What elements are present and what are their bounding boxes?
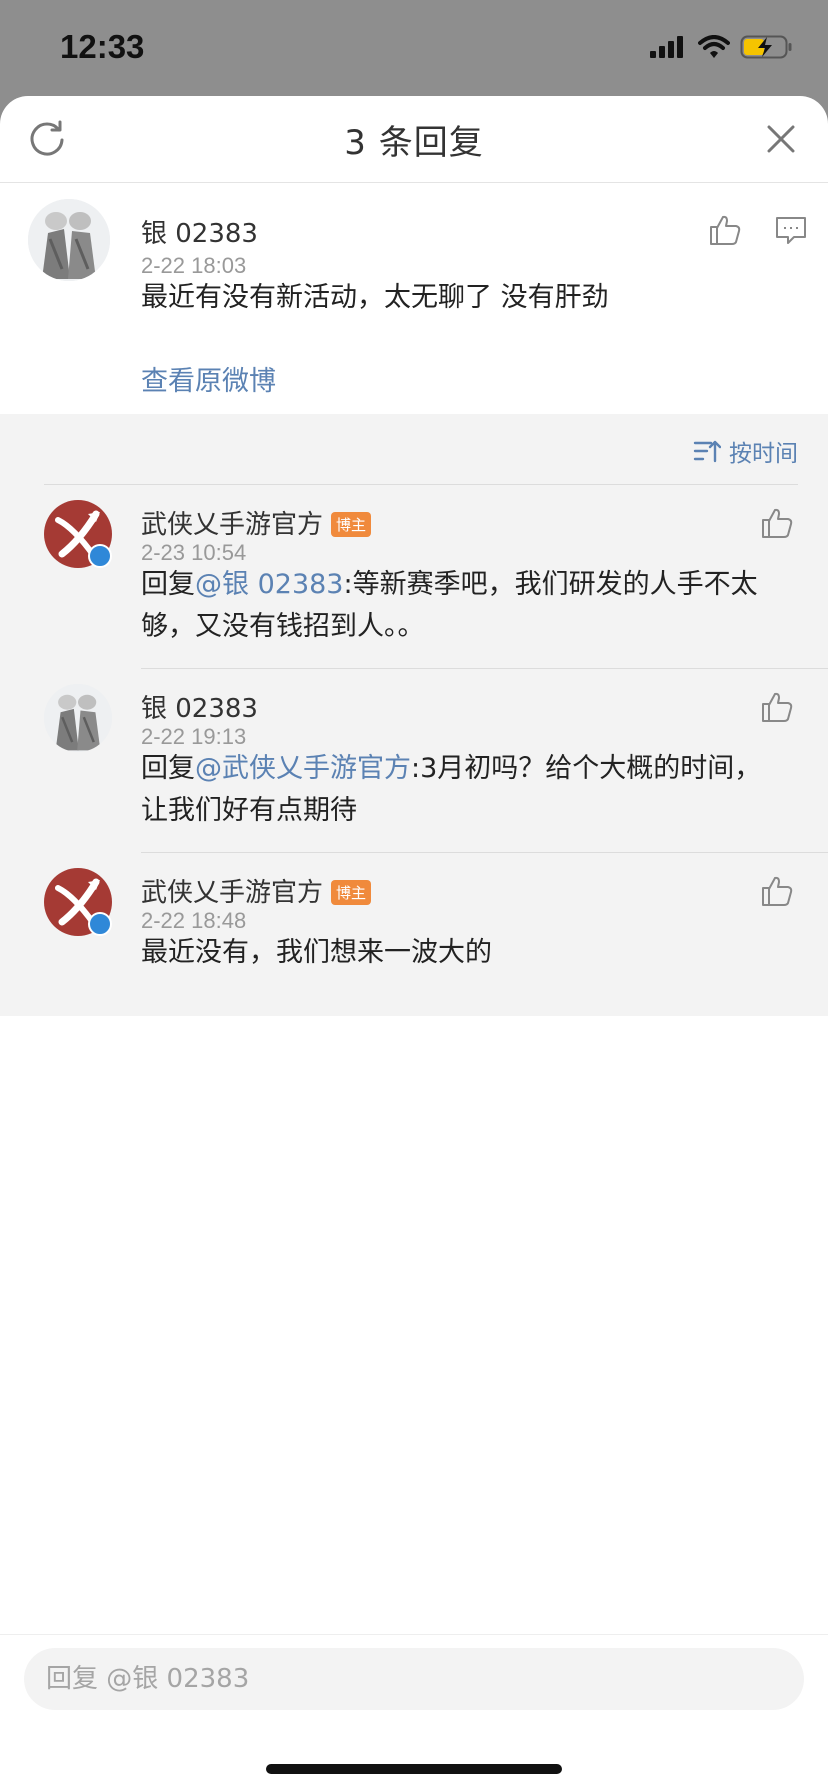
mention-link[interactable]: @武侠乂手游官方 <box>195 753 411 784</box>
reply-prefix: 回复 <box>141 753 195 784</box>
reply-user-name[interactable]: 银 02383 <box>141 688 258 725</box>
verified-icon <box>88 912 112 936</box>
reply-user-label: 武侠乂手游官方 <box>141 510 324 540</box>
mention-link[interactable]: @银 02383 <box>195 569 343 600</box>
reply-text: 回复@银 02383:等新赛季吧，我们研发的人手不太够，又没有钱招到人。。 <box>141 564 771 648</box>
reply-time: 2-22 19:13 <box>141 724 247 749</box>
sheet-header: 3 条回复 <box>0 96 828 183</box>
divider <box>141 668 828 669</box>
reply-prefix: 回复 <box>141 569 195 600</box>
reply-user-name[interactable]: 武侠乂手游官方 博主 <box>141 504 372 541</box>
reply-time: 2-23 10:54 <box>141 540 247 565</box>
divider <box>44 484 798 485</box>
reply-body: 最近没有，我们想来一波大的 <box>141 937 492 968</box>
reply-text: 回复@武侠乂手游官方:3月初吗？给个大概的时间，让我们好有点期待 <box>141 748 771 832</box>
comment-icon[interactable] <box>774 213 808 247</box>
avatar-photo-icon <box>28 199 110 281</box>
status-bar: 12:33 <box>0 0 828 96</box>
like-icon[interactable] <box>760 690 794 724</box>
avatar[interactable] <box>28 199 110 281</box>
blogger-badge: 博主 <box>331 512 372 537</box>
sheet-title: 3 条回复 <box>344 122 484 163</box>
reply-input[interactable] <box>24 1648 804 1710</box>
battery-charging-icon <box>740 35 792 59</box>
sort-by-time-button[interactable]: 按时间 <box>693 434 798 468</box>
reply-user-label: 武侠乂手游官方 <box>141 878 324 908</box>
divider <box>0 1634 828 1635</box>
root-user-name[interactable]: 银 02383 <box>141 213 258 250</box>
view-original-link[interactable]: 查看原微博 <box>141 359 276 398</box>
divider <box>141 852 828 853</box>
replies-sheet: 3 条回复 银 02383 2-22 18:03 最近有没有新活动，太无聊了 没… <box>0 96 828 1792</box>
list-item: 武侠乂手游官方 博主 2-22 18:48 最近没有，我们想来一波大的 <box>0 854 828 1038</box>
sort-label: 按时间 <box>729 441 798 467</box>
list-item: 银 02383 2-22 19:13 回复@武侠乂手游官方:3月初吗？给个大概的… <box>0 670 828 854</box>
like-icon[interactable] <box>760 506 794 540</box>
reply-list: 按时间 武侠乂手游官方 博主 2-23 10:54 回复@银 02383:等新赛季… <box>0 414 828 1016</box>
root-comment-text: 最近有没有新活动，太无聊了 没有肝劲 <box>141 282 609 313</box>
avatar[interactable] <box>44 684 112 752</box>
like-icon[interactable] <box>760 874 794 908</box>
status-icons <box>648 34 794 60</box>
reply-text: 最近没有，我们想来一波大的 <box>141 932 771 974</box>
close-icon[interactable] <box>760 118 802 160</box>
verified-icon <box>88 544 112 568</box>
home-indicator[interactable] <box>266 1764 562 1774</box>
avatar-photo-icon <box>44 684 112 752</box>
like-icon[interactable] <box>708 213 742 247</box>
list-item: 武侠乂手游官方 博主 2-23 10:54 回复@银 02383:等新赛季吧，我们… <box>0 486 828 670</box>
root-time: 2-22 18:03 <box>141 253 247 278</box>
wifi-icon <box>698 35 730 58</box>
cellular-signal-icon <box>650 36 683 58</box>
root-comment: 银 02383 2-22 18:03 最近有没有新活动，太无聊了 没有肝劲 查看… <box>0 183 828 415</box>
blogger-badge: 博主 <box>331 880 372 905</box>
reply-user-name[interactable]: 武侠乂手游官方 博主 <box>141 872 372 909</box>
sort-icon <box>693 440 721 463</box>
refresh-icon[interactable] <box>26 118 68 160</box>
reply-time: 2-22 18:48 <box>141 908 247 933</box>
status-time: 12:33 <box>60 28 145 65</box>
